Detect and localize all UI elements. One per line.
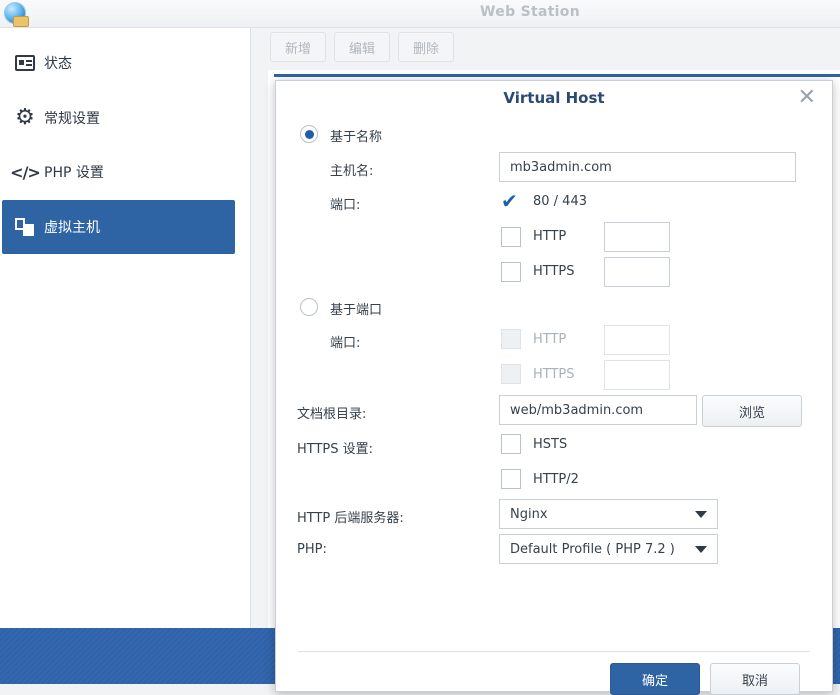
- hostname-label: 主机名:: [330, 164, 374, 179]
- sidebar-item-label: 虚拟主机: [44, 220, 100, 236]
- browse-button[interactable]: 浏览: [702, 395, 802, 427]
- sidebar: 状态 ⚙ 常规设置 </> PHP 设置 虚拟主机: [0, 28, 251, 628]
- http2-checkbox[interactable]: [501, 469, 521, 489]
- sidebar-item-virtual-host[interactable]: 虚拟主机: [2, 200, 235, 254]
- hsts-checkbox[interactable]: [501, 434, 521, 454]
- port-based-http-input[interactable]: [604, 325, 670, 355]
- port-based-http-label: HTTP: [533, 332, 567, 347]
- dialog-title: Virtual Host: [503, 89, 605, 107]
- cancel-button[interactable]: 取消: [710, 663, 800, 695]
- sidebar-item-label: 常规设置: [44, 111, 100, 127]
- port-based-port-label: 端口:: [330, 336, 361, 351]
- virtual-host-icon: [12, 218, 38, 236]
- php-profile-select[interactable]: Default Profile ( PHP 7.2 ): [499, 534, 718, 564]
- port-80-443-checkbox[interactable]: ✔: [501, 191, 523, 211]
- toolbar: 新增 编辑 删除: [270, 32, 455, 62]
- port-80-443-label: 80 / 443: [533, 194, 587, 209]
- https-label: HTTPS: [533, 264, 575, 279]
- https-checkbox[interactable]: [501, 262, 521, 282]
- port-based-https-label: HTTPS: [533, 367, 575, 382]
- port-label: 端口:: [330, 198, 361, 213]
- port-based-https-input[interactable]: [604, 360, 670, 390]
- https-settings-label: HTTPS 设置:: [297, 442, 374, 457]
- backend-server-select[interactable]: Nginx: [499, 499, 718, 529]
- hostname-input[interactable]: mb3admin.com: [499, 152, 796, 182]
- backend-server-value: Nginx: [510, 506, 548, 522]
- window-titlebar: Web Station: [0, 0, 840, 28]
- https-port-input[interactable]: [604, 257, 670, 287]
- sidebar-item-general-settings[interactable]: ⚙ 常规设置: [2, 91, 235, 145]
- chevron-down-icon: [695, 545, 707, 553]
- port-based-radio[interactable]: [300, 298, 318, 316]
- sidebar-item-status[interactable]: 状态: [2, 36, 235, 90]
- port-based-label: 基于端口: [330, 303, 383, 318]
- window-title: Web Station: [480, 4, 580, 20]
- close-icon[interactable]: ✕: [798, 85, 816, 110]
- delete-button[interactable]: 删除: [398, 32, 455, 62]
- http-port-input[interactable]: [604, 222, 670, 252]
- doc-root-label: 文档根目录:: [297, 407, 367, 422]
- doc-root-input[interactable]: web/mb3admin.com: [499, 395, 697, 425]
- php-profile-value: Default Profile ( PHP 7.2 ): [510, 541, 675, 557]
- http2-label: HTTP/2: [533, 472, 579, 487]
- footer-divider: [298, 651, 810, 652]
- edit-button[interactable]: 编辑: [334, 32, 391, 62]
- hsts-label: HSTS: [533, 437, 568, 452]
- backend-server-label: HTTP 后端服务器:: [297, 511, 404, 526]
- sidebar-item-label: PHP 设置: [44, 165, 104, 181]
- sidebar-item-label: 状态: [44, 56, 72, 72]
- php-label: PHP:: [297, 542, 327, 557]
- chevron-down-icon: [695, 510, 707, 518]
- port-based-https-checkbox[interactable]: [501, 364, 521, 384]
- web-station-app-icon: [4, 2, 29, 27]
- virtual-host-dialog: Virtual Host ✕ 基于名称 主机名: mb3admin.com 端口…: [275, 80, 833, 695]
- http-checkbox[interactable]: [501, 227, 521, 247]
- name-based-radio[interactable]: [300, 125, 318, 143]
- name-based-label: 基于名称: [330, 130, 383, 145]
- http-label: HTTP: [533, 229, 567, 244]
- code-icon: </>: [10, 162, 41, 182]
- sidebar-item-php-settings[interactable]: </> PHP 设置: [2, 145, 235, 199]
- add-button[interactable]: 新增: [270, 32, 327, 62]
- port-based-http-checkbox[interactable]: [501, 329, 521, 349]
- gear-icon: ⚙: [15, 105, 35, 130]
- status-icon: [12, 55, 38, 71]
- ok-button[interactable]: 确定: [610, 663, 700, 695]
